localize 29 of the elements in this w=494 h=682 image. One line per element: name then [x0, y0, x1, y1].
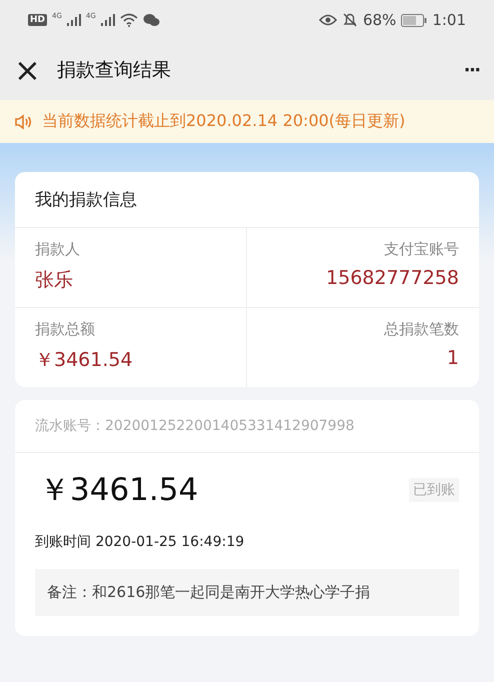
signal-icon [66, 14, 81, 26]
status-tag: 已到账 [409, 478, 459, 502]
field-value: ￥3461.54 [35, 348, 133, 373]
hd-badge: HD [28, 14, 48, 26]
field-value: 1 [446, 347, 459, 369]
close-button[interactable]: × [14, 54, 41, 86]
field-value: 张乐 [35, 268, 73, 293]
battery-icon [401, 14, 428, 26]
wifi-icon [120, 13, 138, 27]
arrival-time: 到账时间 2020-01-25 16:49:19 [35, 533, 246, 551]
eye-icon [318, 13, 337, 27]
chat-icon [142, 13, 160, 27]
field-label: 总捐款笔数 [384, 320, 459, 339]
notice-text: 当前数据统计截止到2020.02.14 20:00(每日更新) [42, 111, 406, 132]
card-title: 我的捐款信息 [15, 172, 479, 228]
amount-text: ￥3461.54 [38, 471, 198, 510]
field-value: 15682777258 [326, 267, 459, 289]
more-button[interactable]: ··· [464, 57, 480, 83]
serial-number: 流水账号：2020012522001405331412907998 [15, 400, 479, 453]
field-label: 捐款总额 [35, 320, 95, 339]
page-title: 捐款查询结果 [56, 58, 172, 83]
signal-icon [100, 14, 115, 26]
battery-percent: 68% [362, 11, 396, 29]
field-label: 支付宝账号 [384, 240, 459, 259]
note-text: 备注：和2616那笔一起同是南开大学热心学子捐 [35, 569, 459, 616]
field-label: 捐款人 [35, 240, 80, 259]
speaker-icon [14, 114, 32, 130]
clock-time: 1:01 [432, 11, 466, 29]
bell-muted-icon [342, 12, 358, 28]
